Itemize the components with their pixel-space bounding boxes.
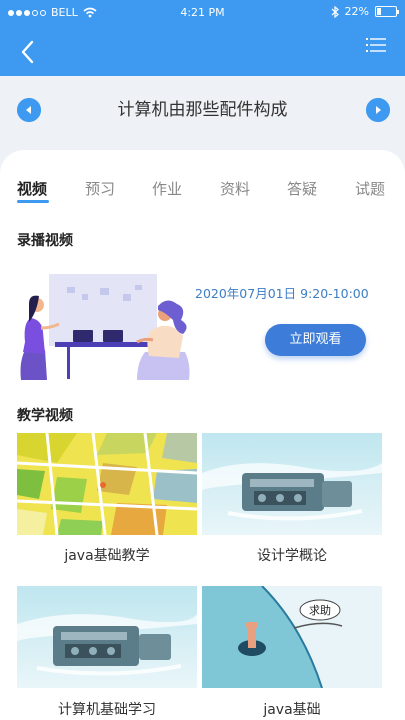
app-header: BELL 4:21 PM 22% xyxy=(0,0,405,76)
content-card: 视频 预习 作业 资料 答疑 试题 录播视频 2020年07月01日 9:20-… xyxy=(0,150,405,720)
video-thumbnail-java-basics-teaching[interactable] xyxy=(17,433,197,535)
battery-icon xyxy=(375,6,399,17)
tab-qa[interactable]: 答疑 xyxy=(287,178,317,199)
tab-homework[interactable]: 作业 xyxy=(152,178,182,199)
help-speech-text: 求助 xyxy=(309,603,331,617)
teaching-section-title: 教学视频 xyxy=(17,408,73,424)
tab-video[interactable]: 视频 xyxy=(17,178,47,199)
active-tab-indicator xyxy=(17,200,49,203)
course-title-bar: 计算机由那些配件构成 xyxy=(0,76,405,148)
video-title: 设计学概论 xyxy=(257,548,327,564)
status-bar: BELL 4:21 PM 22% xyxy=(0,0,405,24)
prev-course-button[interactable] xyxy=(17,98,41,122)
video-title: java基础教学 xyxy=(64,548,150,564)
course-title: 计算机由那些配件构成 xyxy=(117,100,288,120)
tab-exam[interactable]: 试题 xyxy=(355,178,385,199)
battery-percent: 22% xyxy=(344,5,369,18)
bluetooth-icon xyxy=(331,5,339,18)
video-thumbnail-computer-basics[interactable] xyxy=(17,586,197,688)
video-thumbnail-java-basics[interactable]: 求助 xyxy=(202,586,382,688)
video-title: java基础 xyxy=(263,702,321,718)
meeting-illustration xyxy=(20,274,190,380)
next-course-button[interactable] xyxy=(366,98,390,122)
recorded-section-title: 录播视频 xyxy=(17,233,73,249)
tab-bar: 视频 预习 作业 资料 答疑 试题 xyxy=(0,178,405,210)
tab-preview[interactable]: 预习 xyxy=(85,178,115,199)
list-menu-icon[interactable] xyxy=(365,36,387,54)
watch-now-button[interactable]: 立即观看 xyxy=(265,324,366,356)
tab-materials[interactable]: 资料 xyxy=(220,178,250,199)
back-button[interactable] xyxy=(16,38,40,66)
video-title: 计算机基础学习 xyxy=(58,702,156,718)
recorded-date-time: 2020年07月01日 9:20-10:00 xyxy=(195,286,369,301)
video-thumbnail-design-intro[interactable] xyxy=(202,433,382,535)
status-right: 22% xyxy=(331,5,399,18)
